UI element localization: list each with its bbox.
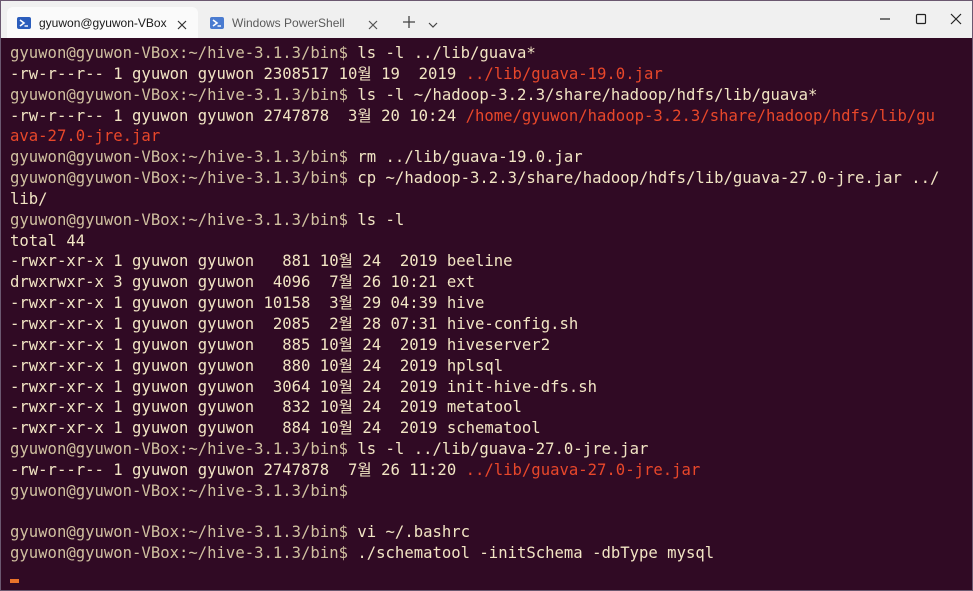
terminal-output[interactable]: gyuwon@gyuwon-VBox:~/hive-3.1.3/bin$ ls … — [1, 38, 972, 590]
command-text: ./schematool -initSchema -dbType mysql — [357, 544, 715, 563]
terminal-line: gyuwon@gyuwon-VBox:~/hive-3.1.3/bin$ cp … — [10, 168, 939, 189]
terminal-line: gyuwon@gyuwon-VBox:~/hive-3.1.3/bin$ rm … — [10, 147, 939, 168]
title-bar: gyuwon@gyuwon-VBox: ~/h Windows PowerShe… — [1, 1, 972, 38]
command-text: ls -l ../lib/guava-27.0-jre.jar — [357, 440, 649, 459]
terminal-line: lib/ — [10, 189, 939, 210]
terminal-line: gyuwon@gyuwon-VBox:~/hive-3.1.3/bin$ — [10, 481, 939, 502]
file-path-highlight: ava-27.0-jre.jar — [10, 127, 161, 146]
terminal-line: -rw-r--r-- 1 gyuwon gyuwon 2747878 7월 26… — [10, 460, 939, 481]
output-text: -rwxr-xr-x 1 gyuwon gyuwon 3064 10월 24 2… — [10, 377, 598, 396]
close-tab-icon[interactable] — [367, 16, 379, 30]
shell-prompt: gyuwon@gyuwon-VBox:~/hive-3.1.3/bin$ — [10, 44, 358, 62]
terminal-line: -rwxr-xr-x 1 gyuwon gyuwon 881 10월 24 20… — [10, 251, 939, 272]
terminal-line: ava-27.0-jre.jar — [10, 126, 939, 147]
shell-prompt: gyuwon@gyuwon-VBox:~/hive-3.1.3/bin$ — [10, 85, 358, 104]
terminal-line: -rw-r--r-- 1 gyuwon gyuwon 2747878 3월 20… — [10, 106, 939, 127]
terminal-line: gyuwon@gyuwon-VBox:~/hive-3.1.3/bin$ ls … — [10, 85, 939, 106]
output-text: -rw-r--r-- 1 gyuwon gyuwon 2747878 3월 20… — [10, 106, 466, 125]
chevron-down-icon[interactable] — [427, 16, 439, 28]
shell-prompt: gyuwon@gyuwon-VBox:~/hive-3.1.3/bin$ — [10, 210, 358, 229]
output-text: -rwxr-xr-x 1 gyuwon gyuwon 2085 2월 28 07… — [10, 314, 579, 333]
terminal-line: gyuwon@gyuwon-VBox:~/hive-3.1.3/bin$ ls … — [10, 43, 939, 64]
command-text: vi ~/.bashrc — [357, 523, 471, 542]
output-text: -rwxr-xr-x 1 gyuwon gyuwon 832 10월 24 20… — [10, 398, 522, 417]
terminal-line: total 44 — [10, 231, 939, 252]
powershell-icon — [210, 16, 224, 29]
terminal-line: gyuwon@gyuwon-VBox:~/hive-3.1.3/bin$ ls … — [10, 439, 939, 460]
output-text: -rwxr-xr-x 1 gyuwon gyuwon 881 10월 24 20… — [10, 252, 513, 271]
file-path-highlight: ../lib/guava-19.0.jar — [465, 64, 663, 83]
file-path-highlight: ../lib/guava-27.0-jre.jar — [465, 460, 701, 479]
output-text: lib/ — [10, 189, 48, 208]
terminal-line: -rwxr-xr-x 1 gyuwon gyuwon 832 10월 24 20… — [10, 397, 939, 418]
terminal-line: -rwxr-xr-x 1 gyuwon gyuwon 880 10월 24 20… — [10, 356, 939, 377]
output-text: -rwxr-xr-x 1 gyuwon gyuwon 884 10월 24 20… — [10, 419, 541, 438]
tab-ubuntu-terminal[interactable]: gyuwon@gyuwon-VBox: ~/h — [7, 7, 198, 38]
terminal-window: gyuwon@gyuwon-VBox: ~/h Windows PowerShe… — [0, 0, 973, 591]
terminal-line: drwxrwxr-x 3 gyuwon gyuwon 4096 7월 26 10… — [10, 272, 939, 293]
command-text: ls -l ../lib/guava* — [357, 44, 536, 62]
tab-label: Windows PowerShell — [232, 15, 345, 30]
output-text: -rwxr-xr-x 1 gyuwon gyuwon 10158 3월 29 0… — [10, 294, 485, 313]
command-text: rm ../lib/guava-19.0.jar — [357, 148, 583, 167]
output-text: drwxrwxr-x 3 gyuwon gyuwon 4096 7월 26 10… — [10, 273, 475, 292]
shell-prompt: gyuwon@gyuwon-VBox:~/hive-3.1.3/bin$ — [10, 148, 358, 167]
tab-label: gyuwon@gyuwon-VBox: ~/h — [39, 15, 167, 30]
terminal-line: -rwxr-xr-x 1 gyuwon gyuwon 884 10월 24 20… — [10, 418, 939, 439]
file-path-highlight: /home/gyuwon/hadoop-3.2.3/share/hadoop/h… — [465, 106, 936, 125]
tab-windows-powershell[interactable]: Windows PowerShell — [200, 7, 389, 38]
close-tab-icon[interactable] — [176, 16, 188, 30]
shell-prompt: gyuwon@gyuwon-VBox:~/hive-3.1.3/bin$ — [10, 523, 358, 542]
output-text: -rw-r--r-- 1 gyuwon gyuwon 2747878 7월 26… — [10, 460, 466, 479]
shell-prompt: gyuwon@gyuwon-VBox:~/hive-3.1.3/bin$ — [10, 440, 358, 459]
terminal-line: gyuwon@gyuwon-VBox:~/hive-3.1.3/bin$ ls … — [10, 210, 939, 231]
shell-prompt: gyuwon@gyuwon-VBox:~/hive-3.1.3/bin$ — [10, 169, 358, 188]
powershell-icon — [17, 16, 31, 29]
minimize-icon[interactable] — [878, 11, 892, 25]
terminal-line: -rwxr-xr-x 1 gyuwon gyuwon 2085 2월 28 07… — [10, 314, 939, 335]
close-icon[interactable] — [949, 11, 963, 25]
command-text: cp ~/hadoop-3.2.3/share/hadoop/hdfs/lib/… — [357, 169, 940, 188]
output-text: -rw-r--r-- 1 gyuwon gyuwon 2308517 10월 1… — [10, 64, 466, 83]
output-text: -rwxr-xr-x 1 gyuwon gyuwon 885 10월 24 20… — [10, 335, 551, 354]
terminal-lines: gyuwon@gyuwon-VBox:~/hive-3.1.3/bin$ ls … — [10, 43, 939, 564]
terminal-line: gyuwon@gyuwon-VBox:~/hive-3.1.3/bin$ ./s… — [10, 543, 939, 564]
terminal-line: -rw-r--r-- 1 gyuwon gyuwon 2308517 10월 1… — [10, 64, 939, 85]
shell-prompt: gyuwon@gyuwon-VBox:~/hive-3.1.3/bin$ — [10, 544, 358, 563]
maximize-icon[interactable] — [914, 11, 928, 25]
terminal-line: gyuwon@gyuwon-VBox:~/hive-3.1.3/bin$ vi … — [10, 522, 939, 543]
output-text: total 44 — [10, 231, 86, 250]
terminal-line: -rwxr-xr-x 1 gyuwon gyuwon 3064 10월 24 2… — [10, 377, 939, 398]
plus-icon[interactable] — [401, 14, 417, 30]
terminal-line: -rwxr-xr-x 1 gyuwon gyuwon 10158 3월 29 0… — [10, 293, 939, 314]
terminal-line: -rwxr-xr-x 1 gyuwon gyuwon 885 10월 24 20… — [10, 335, 939, 356]
command-text: ls -l ~/hadoop-3.2.3/share/hadoop/hdfs/l… — [357, 85, 818, 104]
output-text: -rwxr-xr-x 1 gyuwon gyuwon 880 10월 24 20… — [10, 356, 504, 375]
text-cursor — [10, 579, 19, 583]
command-text: ls -l — [357, 210, 405, 229]
shell-prompt: gyuwon@gyuwon-VBox:~/hive-3.1.3/bin$ — [10, 481, 358, 500]
